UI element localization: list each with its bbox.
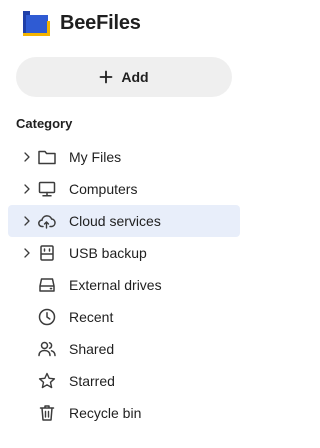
category-heading: Category [16,116,73,131]
usb-icon [37,243,57,263]
nav-item-label: Recent [69,309,114,325]
chevron-right-icon[interactable] [21,183,33,195]
nav-item-label: Computers [69,181,138,197]
plus-icon [99,70,113,84]
computer-icon [37,179,57,199]
chevron-right-icon[interactable] [21,151,33,163]
nav-item-cloud-services[interactable]: Cloud services [8,205,240,237]
nav-item-label: My Files [69,149,122,165]
people-icon [37,339,57,359]
nav-item-label: Cloud services [69,213,161,229]
nav-item-label: Recycle bin [69,405,142,421]
trash-icon [37,403,57,423]
nav-item-recent[interactable]: Recent [8,301,240,333]
add-button[interactable]: Add [16,57,232,97]
nav-item-starred[interactable]: Starred [8,365,240,397]
clock-icon [37,307,57,327]
nav-item-shared[interactable]: Shared [8,333,240,365]
nav-item-label: External drives [69,277,162,293]
folder-icon [37,147,57,167]
category-nav: My Files Computers Cloud services USB ba… [8,141,240,429]
nav-item-computers[interactable]: Computers [8,173,240,205]
add-button-label: Add [121,69,149,85]
cloud-sync-icon [37,211,57,231]
nav-item-label: Shared [69,341,115,357]
nav-item-label: USB backup [69,245,147,261]
beefiles-logo-icon[interactable] [23,11,50,36]
nav-item-label: Starred [69,373,115,389]
drive-icon [37,275,57,295]
nav-item-recycle-bin[interactable]: Recycle bin [8,397,240,429]
app-header: BeeFiles [0,0,252,48]
nav-item-external-drives[interactable]: External drives [8,269,240,301]
app-title: BeeFiles [60,12,141,34]
nav-item-my-files[interactable]: My Files [8,141,240,173]
star-icon [37,371,57,391]
chevron-right-icon[interactable] [21,215,33,227]
nav-item-usb-backup[interactable]: USB backup [8,237,240,269]
chevron-right-icon[interactable] [21,247,33,259]
